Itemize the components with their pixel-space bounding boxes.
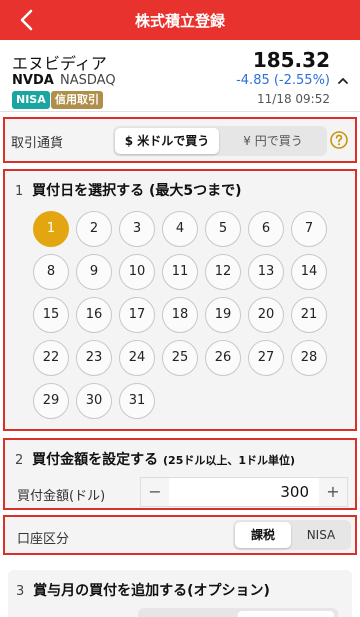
day-option-4[interactable]: 4 — [162, 211, 198, 247]
minus-button[interactable]: − — [141, 478, 169, 506]
account-label: 口座区分 — [17, 532, 70, 547]
stock-name: エヌビディア — [12, 54, 107, 73]
day-option-28[interactable]: 28 — [291, 340, 327, 376]
amount-section: 2 買付金額を設定する (25ドル以上、1ドル単位) 買付金額(ドル) − 30… — [3, 438, 357, 510]
step-number: 2 — [15, 453, 24, 468]
day-option-22[interactable]: 22 — [33, 340, 69, 376]
day-option-20[interactable]: 20 — [248, 297, 284, 333]
stock-exchange: NASDAQ — [60, 73, 116, 88]
update-time: 11/18 09:52 — [257, 92, 330, 106]
usd-option[interactable]: $ 米ドルで買う — [115, 128, 219, 154]
day-option-13[interactable]: 13 — [248, 254, 284, 290]
day-option-24[interactable]: 24 — [119, 340, 155, 376]
amount-stepper: − 300 + — [140, 477, 348, 507]
day-option-17[interactable]: 17 — [119, 297, 155, 333]
day-grid: 1 2 3 4 5 6 7 8 9 10 11 12 13 14 15 16 17 18 19 20 21 22 23 24 2… — [33, 211, 333, 421]
amount-section-title: 2 買付金額を設定する (25ドル以上、1ドル単位) — [15, 449, 295, 469]
stock-info: エヌビディア NVDA NASDAQ NISA 信用取引 185.32 -4.8… — [0, 40, 360, 112]
day-option-12[interactable]: 12 — [205, 254, 241, 290]
stock-ticker: NVDA — [12, 73, 54, 88]
day-option-19[interactable]: 19 — [205, 297, 241, 333]
taxable-option[interactable]: 課税 — [235, 522, 291, 548]
day-option-9[interactable]: 9 — [76, 254, 112, 290]
day-option-1[interactable]: 1 — [33, 211, 69, 247]
account-toggle: 課税 NISA — [233, 520, 351, 550]
day-option-2[interactable]: 2 — [76, 211, 112, 247]
day-option-26[interactable]: 26 — [205, 340, 241, 376]
amount-input[interactable]: 300 — [169, 478, 319, 506]
date-title-sub: (最大5つまで) — [149, 183, 242, 199]
bonus-section: 3 賞与月の買付を追加する(オプション) — [8, 570, 352, 617]
currency-section: 取引通貨 $ 米ドルで買う ¥ 円で買う — [3, 117, 357, 163]
price-change: -4.85 (-2.55%) — [236, 73, 330, 88]
nisa-option[interactable]: NISA — [293, 522, 349, 548]
day-option-6[interactable]: 6 — [248, 211, 284, 247]
jpy-option[interactable]: ¥ 円で買う — [221, 128, 325, 154]
day-option-23[interactable]: 23 — [76, 340, 112, 376]
stock-price: 185.32 — [252, 48, 330, 72]
step-number: 3 — [16, 584, 25, 599]
day-option-14[interactable]: 14 — [291, 254, 327, 290]
amount-title-text: 買付金額を設定する — [32, 452, 159, 468]
day-option-5[interactable]: 5 — [205, 211, 241, 247]
amount-field-label: 買付金額(ドル) — [17, 489, 106, 504]
bonus-section-title: 3 賞与月の買付を追加する(オプション) — [16, 580, 270, 600]
day-option-11[interactable]: 11 — [162, 254, 198, 290]
margin-badge: 信用取引 — [51, 91, 103, 109]
day-option-3[interactable]: 3 — [119, 211, 155, 247]
date-selection-section: 1 買付日を選択する (最大5つまで) 1 2 3 4 5 6 7 8 9 10 11 12 13 14 1… — [3, 169, 357, 431]
question-circle-icon[interactable] — [329, 130, 349, 150]
step-number: 1 — [15, 184, 24, 199]
account-section: 口座区分 課税 NISA — [3, 515, 357, 555]
day-option-16[interactable]: 16 — [76, 297, 112, 333]
day-option-25[interactable]: 25 — [162, 340, 198, 376]
date-section-title: 1 買付日を選択する (最大5つまで) — [15, 180, 242, 200]
day-option-15[interactable]: 15 — [33, 297, 69, 333]
bonus-toggle[interactable] — [138, 608, 338, 617]
currency-label: 取引通貨 — [11, 136, 64, 151]
date-title-text: 買付日を選択する — [32, 183, 145, 199]
day-option-7[interactable]: 7 — [291, 211, 327, 247]
app-header: 株式積立登録 — [0, 0, 360, 40]
day-option-30[interactable]: 30 — [76, 383, 112, 419]
day-option-10[interactable]: 10 — [119, 254, 155, 290]
currency-toggle: $ 米ドルで買う ¥ 円で買う — [113, 126, 327, 156]
amount-title-sub: (25ドル以上、1ドル単位) — [163, 454, 296, 467]
day-option-27[interactable]: 27 — [248, 340, 284, 376]
nisa-badge: NISA — [12, 91, 50, 109]
day-option-8[interactable]: 8 — [33, 254, 69, 290]
day-option-29[interactable]: 29 — [33, 383, 69, 419]
bonus-toggle-knob — [238, 611, 334, 617]
plus-button[interactable]: + — [319, 478, 347, 506]
page-title: 株式積立登録 — [134, 12, 225, 30]
day-option-31[interactable]: 31 — [119, 383, 155, 419]
bonus-title-text: 賞与月の買付を追加する(オプション) — [33, 583, 270, 599]
day-option-18[interactable]: 18 — [162, 297, 198, 333]
chevron-up-icon[interactable] — [337, 75, 349, 87]
day-option-21[interactable]: 21 — [291, 297, 327, 333]
